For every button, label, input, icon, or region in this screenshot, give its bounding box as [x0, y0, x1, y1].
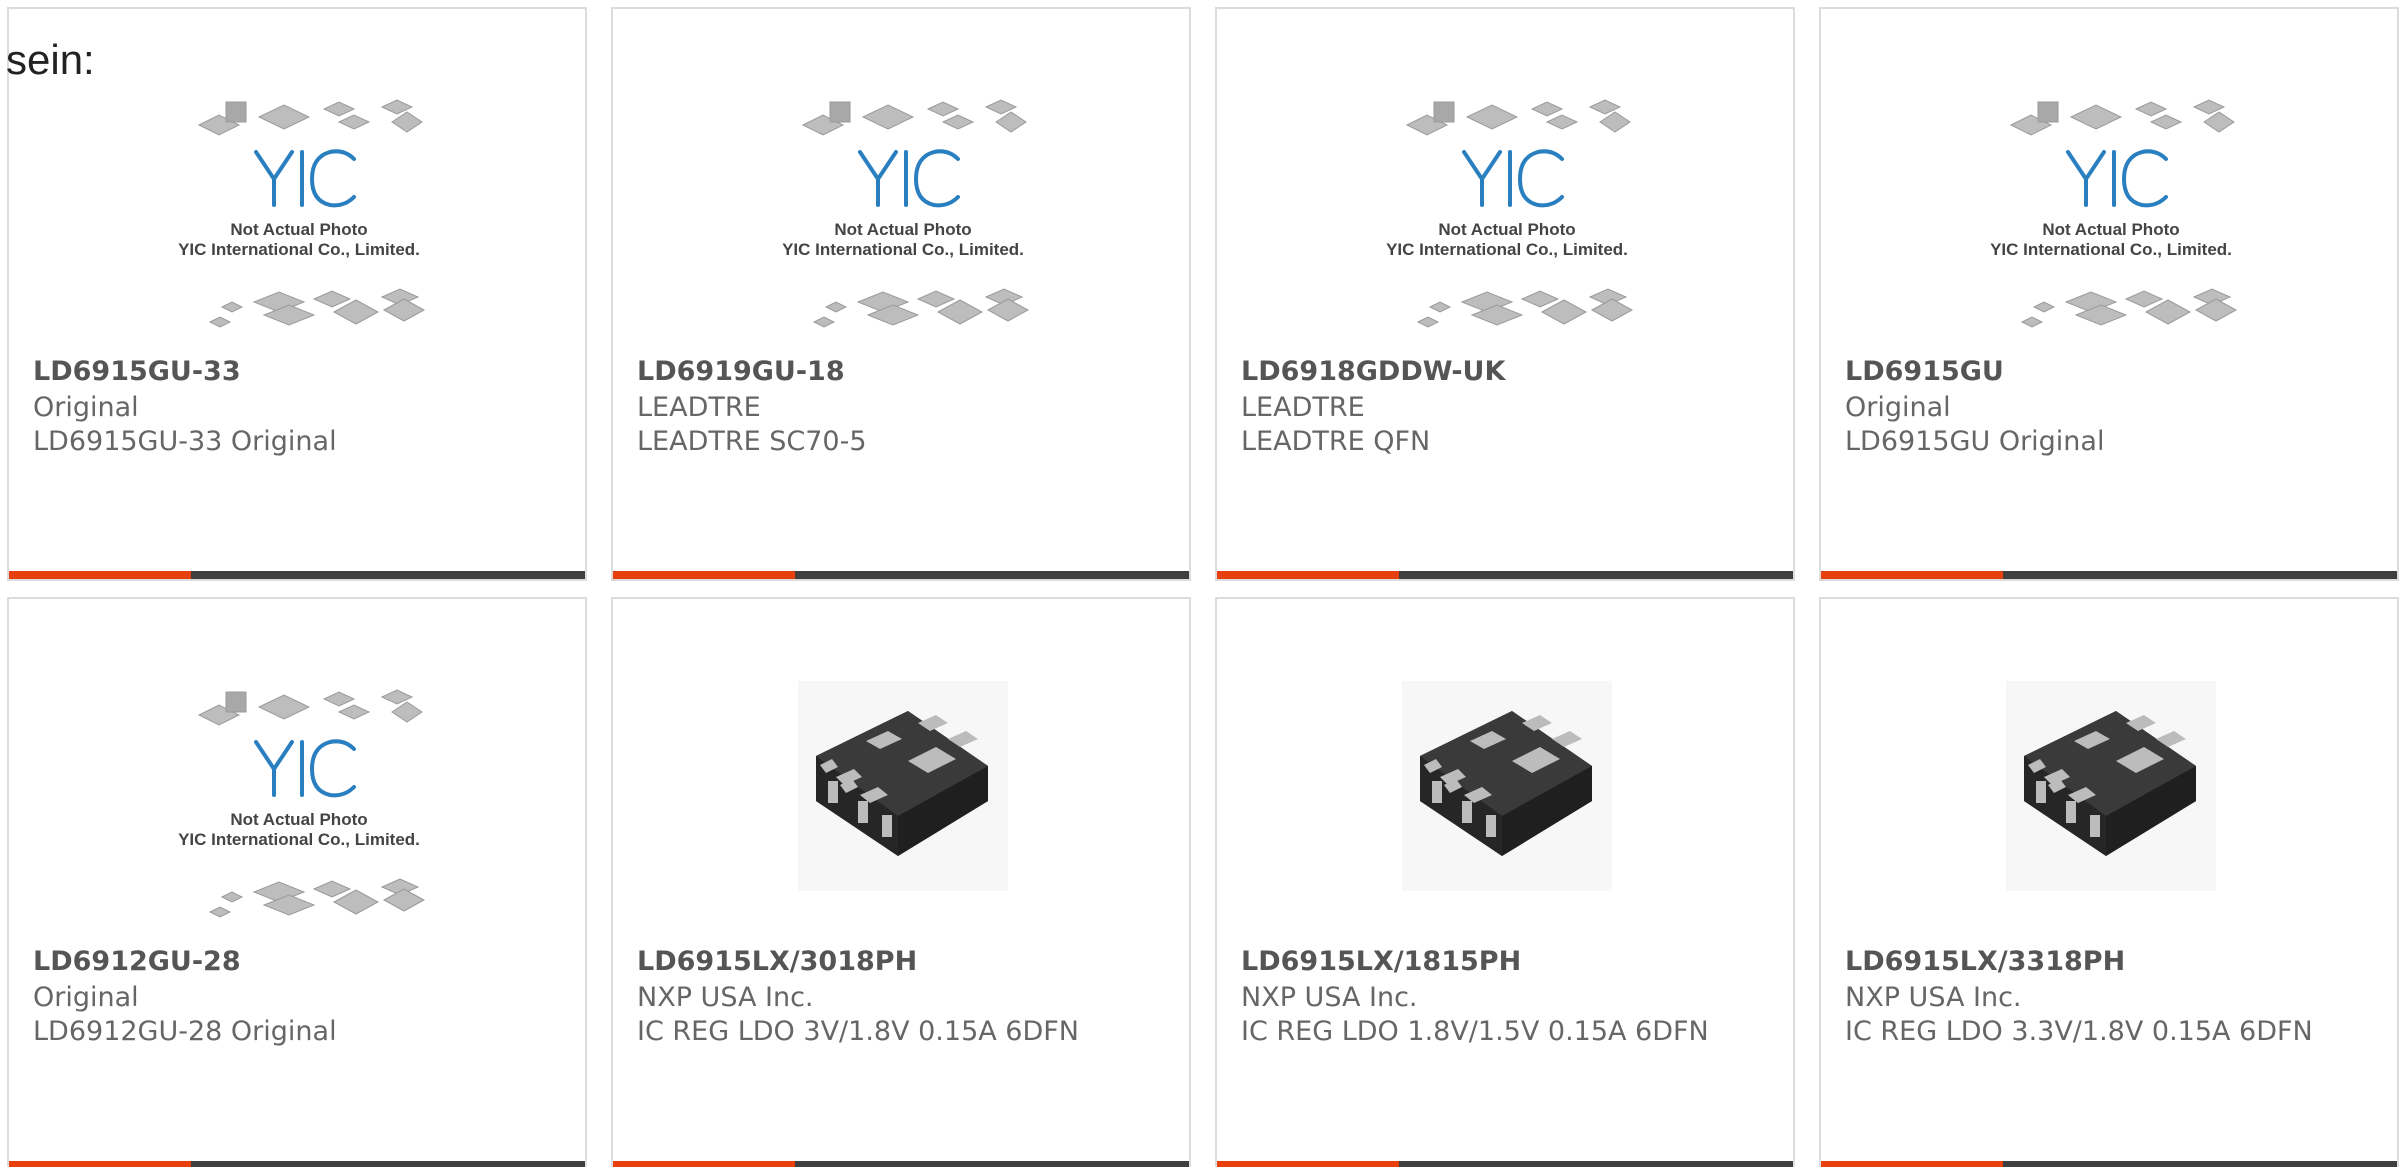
product-description: LEADTRE SC70-5 [637, 426, 867, 457]
product-part-number[interactable]: LD6915GU-33 [33, 356, 241, 387]
product-description: IC REG LDO 3.3V/1.8V 0.15A 6DFN [1845, 1016, 2313, 1047]
intro-text: sein: [6, 36, 95, 83]
svg-text:YIC International Co., Limited: YIC International Co., Limited. [178, 240, 420, 259]
placeholder-product-image[interactable]: Not Actual Photo YIC International Co., … [1821, 97, 2397, 347]
svg-text:YIC International Co., Limited: YIC International Co., Limited. [1386, 240, 1628, 259]
product-description: LEADTRE QFN [1241, 426, 1431, 457]
card-footer-bar [613, 571, 1189, 579]
product-manufacturer: NXP USA Inc. [637, 982, 814, 1013]
product-part-number[interactable]: LD6912GU-28 [33, 946, 241, 977]
svg-text:YIC International Co., Limited: YIC International Co., Limited. [1990, 240, 2232, 259]
product-part-number[interactable]: LD6915LX/3318PH [1845, 946, 2125, 977]
product-part-number[interactable]: LD6919GU-18 [637, 356, 845, 387]
placeholder-product-image[interactable]: Not Actual Photo YIC International Co., … [1217, 97, 1793, 347]
card-footer-accent [613, 1161, 795, 1167]
card-footer-bar [1821, 1161, 2397, 1167]
card-footer-bar [1821, 571, 2397, 579]
dfn-package-image[interactable] [613, 671, 1189, 921]
product-description: LD6915GU-33 Original [33, 426, 337, 457]
product-card[interactable]: LD6915LX/1815PH NXP USA Inc. IC REG LDO 1.… [1215, 597, 1795, 1167]
product-manufacturer: LEADTRE [1241, 392, 1365, 423]
product-description: LD6915GU Original [1845, 426, 2105, 457]
product-manufacturer: Original [33, 392, 139, 423]
card-footer-bar [9, 571, 585, 579]
svg-text:YIC International Co., Limited: YIC International Co., Limited. [782, 240, 1024, 259]
svg-text:YIC International Co., Limited: YIC International Co., Limited. [178, 830, 420, 849]
product-card[interactable]: Not Actual Photo YIC International Co., … [7, 7, 587, 581]
product-card[interactable]: Not Actual Photo YIC International Co., … [1215, 7, 1795, 581]
product-card[interactable]: Not Actual Photo YIC International Co., … [7, 597, 587, 1167]
card-footer-bar [9, 1161, 585, 1167]
product-card[interactable]: LD6915LX/3018PH NXP USA Inc. IC REG LDO 3V… [611, 597, 1191, 1167]
card-footer-accent [1821, 571, 2003, 579]
product-card[interactable]: Not Actual Photo YIC International Co., … [1819, 7, 2399, 581]
card-footer-bar [1217, 571, 1793, 579]
placeholder-product-image[interactable]: Not Actual Photo YIC International Co., … [613, 97, 1189, 347]
placeholder-product-image[interactable]: Not Actual Photo YIC International Co., … [9, 97, 585, 347]
card-footer-accent [9, 1161, 191, 1167]
product-card[interactable]: Not Actual Photo YIC International Co., … [611, 7, 1191, 581]
card-footer-bar [1217, 1161, 1793, 1167]
card-footer-bar [613, 1161, 1189, 1167]
svg-text:Not Actual Photo: Not Actual Photo [230, 810, 367, 829]
dfn-package-image[interactable] [1217, 671, 1793, 921]
product-part-number[interactable]: LD6915GU [1845, 356, 2004, 387]
product-part-number[interactable]: LD6915LX/3018PH [637, 946, 917, 977]
product-manufacturer: Original [33, 982, 139, 1013]
product-manufacturer: LEADTRE [637, 392, 761, 423]
svg-text:Not Actual Photo: Not Actual Photo [230, 220, 367, 239]
svg-text:Not Actual Photo: Not Actual Photo [834, 220, 971, 239]
product-manufacturer: NXP USA Inc. [1241, 982, 1418, 1013]
product-manufacturer: Original [1845, 392, 1951, 423]
card-footer-accent [9, 571, 191, 579]
svg-text:Not Actual Photo: Not Actual Photo [2042, 220, 2179, 239]
product-card[interactable]: LD6915LX/3318PH NXP USA Inc. IC REG LDO 3.… [1819, 597, 2399, 1167]
product-part-number[interactable]: LD6918GDDW-UK [1241, 356, 1505, 387]
product-description: IC REG LDO 3V/1.8V 0.15A 6DFN [637, 1016, 1079, 1047]
dfn-package-image[interactable] [1821, 671, 2397, 921]
product-description: IC REG LDO 1.8V/1.5V 0.15A 6DFN [1241, 1016, 1709, 1047]
card-footer-accent [613, 571, 795, 579]
product-grid-page: sein: Not Actual Photo YIC International… [0, 0, 2400, 1167]
card-footer-accent [1821, 1161, 2003, 1167]
product-manufacturer: NXP USA Inc. [1845, 982, 2022, 1013]
svg-text:Not Actual Photo: Not Actual Photo [1438, 220, 1575, 239]
card-footer-accent [1217, 571, 1399, 579]
card-footer-accent [1217, 1161, 1399, 1167]
placeholder-product-image[interactable]: Not Actual Photo YIC International Co., … [9, 687, 585, 937]
product-description: LD6912GU-28 Original [33, 1016, 337, 1047]
product-part-number[interactable]: LD6915LX/1815PH [1241, 946, 1521, 977]
